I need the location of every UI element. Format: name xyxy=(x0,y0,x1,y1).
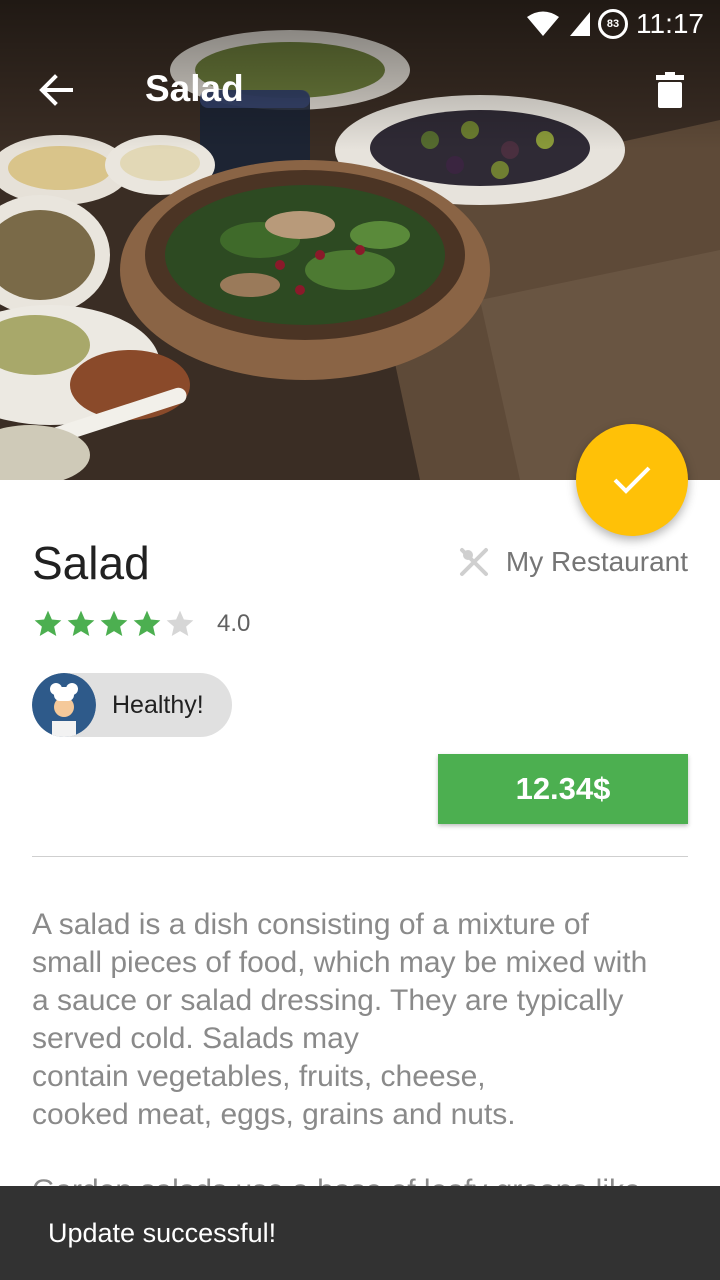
restaurant-icon xyxy=(459,548,488,576)
snackbar: Update successful! xyxy=(0,1186,720,1280)
rating-bar[interactable]: 4.0 xyxy=(32,608,250,640)
rating-value: 4.0 xyxy=(217,610,251,637)
star-icon xyxy=(100,610,128,636)
battery-icon: 83 xyxy=(598,9,628,39)
confirm-fab[interactable] xyxy=(576,424,688,536)
star-icon xyxy=(34,610,62,636)
trash-icon xyxy=(656,72,684,108)
star-icon xyxy=(133,610,161,636)
back-button[interactable] xyxy=(26,62,86,118)
description: A salad is a dish consisting of a mixtur… xyxy=(32,906,702,1210)
wifi-icon xyxy=(527,11,559,36)
dish-title: Salad xyxy=(32,537,150,589)
snackbar-message: Update successful! xyxy=(48,1218,277,1248)
chip-label: Healthy! xyxy=(112,690,204,719)
divider xyxy=(32,856,688,857)
signal-icon xyxy=(570,12,590,36)
star-empty-icon xyxy=(166,610,194,636)
tag-chip[interactable]: Healthy! xyxy=(32,673,232,737)
toolbar: Salad xyxy=(0,48,720,132)
restaurant-name: My Restaurant xyxy=(505,546,688,577)
restaurant-link[interactable]: My Restaurant xyxy=(458,546,688,578)
delete-button[interactable] xyxy=(642,62,698,118)
status-time: 11:17 xyxy=(636,8,704,39)
status-bar: 83 11:17 xyxy=(0,0,720,48)
check-icon xyxy=(613,466,651,494)
chef-avatar xyxy=(32,673,96,737)
price-button[interactable]: 12.34$ xyxy=(438,754,688,824)
toolbar-title: Salad xyxy=(145,68,244,109)
star-icon xyxy=(67,610,95,636)
arrow-left-icon xyxy=(39,74,73,106)
description-paragraph: A salad is a dish consisting of a mixtur… xyxy=(32,908,648,1131)
